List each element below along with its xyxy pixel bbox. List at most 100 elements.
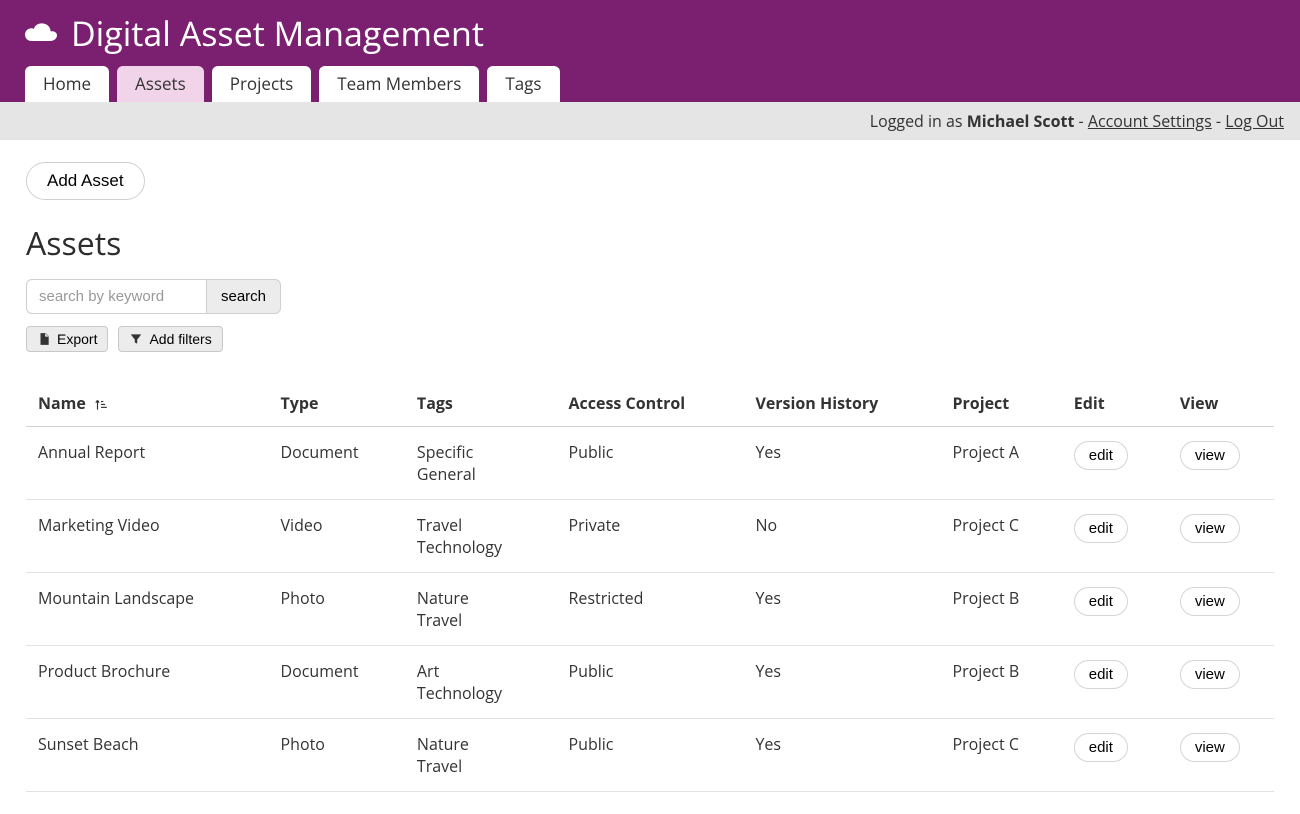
cell-name: Product Brochure [26,645,269,718]
cell-tags: SpecificGeneral [405,426,557,499]
edit-button[interactable]: edit [1074,587,1128,616]
user-bar: Logged in as Michael Scott - Account Set… [0,102,1300,140]
nav-item-home[interactable]: Home [25,66,109,102]
cell-tags: ArtTechnology [405,645,557,718]
edit-button[interactable]: edit [1074,514,1128,543]
cell-tags: TravelTechnology [405,499,557,572]
cloud-icon [25,21,57,45]
cell-name: Annual Report [26,426,269,499]
edit-button[interactable]: edit [1074,441,1128,470]
cell-type: Document [269,426,405,499]
nav-item-tags[interactable]: Tags [487,66,559,102]
export-label: Export [57,331,97,347]
logged-in-label: Logged in as [870,110,967,132]
view-button[interactable]: view [1180,587,1240,616]
export-button[interactable]: Export [26,326,108,352]
tag: Nature [417,733,545,755]
main-content: Add Asset Assets search Export Add filte… [0,140,1300,814]
nav-item-assets[interactable]: Assets [117,66,204,102]
col-header-type[interactable]: Type [269,372,405,427]
cell-edit: edit [1062,718,1168,791]
page-title: Assets [26,222,1274,265]
cell-access: Public [557,426,744,499]
cell-version: Yes [743,718,940,791]
cell-tags: NatureTravel [405,718,557,791]
add-asset-button[interactable]: Add Asset [26,162,145,200]
tag: General [417,463,545,485]
cell-view: view [1168,645,1274,718]
col-header-name[interactable]: Name [26,372,269,427]
cell-access: Restricted [557,572,744,645]
account-settings-link[interactable]: Account Settings [1088,110,1212,132]
search-button[interactable]: search [206,279,281,314]
cell-version: Yes [743,426,940,499]
cell-project: Project B [940,645,1061,718]
table-row: Annual ReportDocumentSpecificGeneralPubl… [26,426,1274,499]
cell-version: No [743,499,940,572]
col-header-tags[interactable]: Tags [405,372,557,427]
cell-edit: edit [1062,645,1168,718]
edit-button[interactable]: edit [1074,733,1128,762]
cell-edit: edit [1062,572,1168,645]
app-title-row: Digital Asset Management [25,10,1275,66]
cell-view: view [1168,499,1274,572]
search-input[interactable] [26,279,206,314]
cell-type: Video [269,499,405,572]
cell-access: Private [557,499,744,572]
view-button[interactable]: view [1180,733,1240,762]
tag: Travel [417,609,545,631]
view-button[interactable]: view [1180,660,1240,689]
tag: Technology [417,682,545,704]
cell-type: Document [269,645,405,718]
cell-project: Project A [940,426,1061,499]
cell-access: Public [557,645,744,718]
cell-project: Project C [940,499,1061,572]
table-row: Marketing VideoVideoTravelTechnologyPriv… [26,499,1274,572]
nav-item-team-members[interactable]: Team Members [319,66,479,102]
funnel-icon [129,332,143,346]
logout-link[interactable]: Log Out [1225,110,1284,132]
col-header-version[interactable]: Version History [743,372,940,427]
assets-table: Name Type Tags Access Control Version Hi… [26,372,1274,792]
tag: Travel [417,755,545,777]
tag: Nature [417,587,545,609]
table-row: Mountain LandscapePhotoNatureTravelRestr… [26,572,1274,645]
col-header-edit: Edit [1062,372,1168,427]
cell-edit: edit [1062,426,1168,499]
cell-name: Mountain Landscape [26,572,269,645]
cell-type: Photo [269,718,405,791]
cell-version: Yes [743,645,940,718]
cell-name: Marketing Video [26,499,269,572]
cell-version: Yes [743,572,940,645]
tag: Technology [417,536,545,558]
view-button[interactable]: view [1180,441,1240,470]
cell-name: Sunset Beach [26,718,269,791]
cell-tags: NatureTravel [405,572,557,645]
cell-access: Public [557,718,744,791]
nav-item-projects[interactable]: Projects [212,66,312,102]
cell-edit: edit [1062,499,1168,572]
cell-project: Project C [940,718,1061,791]
table-header-row: Name Type Tags Access Control Version Hi… [26,372,1274,427]
tag: Art [417,660,545,682]
app-header: Digital Asset Management HomeAssetsProje… [0,0,1300,102]
toolbar: Export Add filters [26,326,1274,352]
add-filters-button[interactable]: Add filters [118,326,222,352]
main-nav: HomeAssetsProjectsTeam MembersTags [25,66,1275,102]
col-header-view: View [1168,372,1274,427]
sep1: - [1074,110,1087,132]
col-header-project[interactable]: Project [940,372,1061,427]
col-header-access[interactable]: Access Control [557,372,744,427]
sep2: - [1212,110,1225,132]
search-row: search [26,279,281,314]
view-button[interactable]: view [1180,514,1240,543]
sort-asc-icon [94,398,108,412]
cell-type: Photo [269,572,405,645]
tag: Travel [417,514,545,536]
table-row: Product BrochureDocumentArtTechnologyPub… [26,645,1274,718]
cell-view: view [1168,718,1274,791]
col-header-name-label: Name [38,392,86,414]
file-icon [37,332,51,346]
add-filters-label: Add filters [149,331,211,347]
edit-button[interactable]: edit [1074,660,1128,689]
